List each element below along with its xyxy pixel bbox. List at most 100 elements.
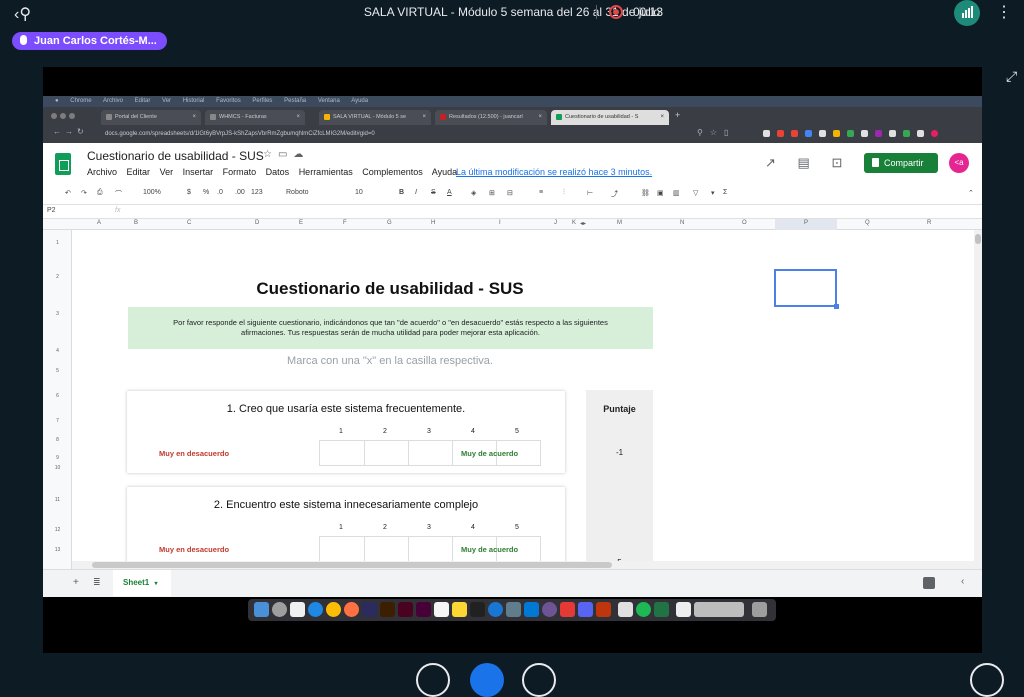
column-header[interactable]: G (387, 220, 392, 226)
vertical-scrollbar[interactable] (974, 230, 982, 569)
insert-link-icon[interactable]: ⛓ (641, 189, 650, 197)
score-value[interactable]: -1 (586, 448, 653, 457)
apple-tv-icon[interactable] (470, 602, 485, 617)
row-header[interactable]: 8 (43, 437, 72, 443)
column-header[interactable]: D (255, 220, 259, 226)
menu-datos[interactable]: Datos (266, 167, 290, 177)
recent-files-icon[interactable] (694, 602, 744, 617)
hidden-columns-icon[interactable]: ◂▸ (580, 220, 586, 227)
row-header[interactable]: 7 (43, 418, 72, 424)
last-modified-link[interactable]: La última modificación se realizó hace 3… (456, 167, 652, 177)
column-header[interactable]: E (299, 220, 303, 226)
insert-chart-icon[interactable]: ▥ (673, 189, 680, 197)
insert-comment-icon[interactable]: ▣ (657, 189, 664, 197)
vscode-icon[interactable] (524, 602, 539, 617)
excel-icon[interactable] (654, 602, 669, 617)
currency-button[interactable]: $ (187, 189, 191, 196)
borders-icon[interactable]: ⊞ (489, 189, 495, 197)
tab-close-icon[interactable]: × (422, 110, 426, 125)
column-header[interactable]: Q (865, 220, 870, 226)
calendar-icon[interactable] (290, 602, 305, 617)
menu-ver[interactable]: Ver (160, 167, 174, 177)
indesign-icon[interactable] (398, 602, 413, 617)
menu-complementos[interactable]: Complementos (362, 167, 423, 177)
window-close-dot[interactable] (51, 113, 57, 119)
font-select[interactable]: Roboto (286, 189, 309, 196)
filezilla-icon[interactable] (596, 602, 611, 617)
extension-icon[interactable] (847, 130, 854, 137)
column-header[interactable]: N (680, 220, 684, 226)
bookmark-star-icon[interactable]: ⚲☆▯ (697, 128, 735, 137)
extension-icon[interactable] (777, 130, 784, 137)
text-wrap-icon[interactable]: ⊢ (587, 189, 593, 197)
browser-tab[interactable]: SALA VIRTUAL - Módulo 5 se × (319, 110, 431, 125)
window-zoom-dot[interactable] (69, 113, 75, 119)
tab-close-icon[interactable]: × (660, 110, 664, 125)
zoom-select[interactable]: 100% (143, 189, 161, 196)
column-header[interactable]: M (617, 220, 622, 226)
chrome-icon[interactable] (326, 602, 341, 617)
horizontal-align-icon[interactable]: ≡ (539, 189, 543, 196)
collapse-side-panel-icon[interactable]: ‹ (961, 576, 964, 587)
extension-icon[interactable] (833, 130, 840, 137)
menu-insertar[interactable]: Insertar (183, 167, 214, 177)
percent-button[interactable]: % (203, 189, 209, 196)
collapse-menus-icon[interactable]: ⌃ (968, 189, 974, 197)
browser-tab[interactable]: Portal del Cliente × (101, 110, 201, 125)
menu-formato[interactable]: Formato (223, 167, 257, 177)
paint-format-icon[interactable]: ⌒ (115, 189, 122, 199)
signal-strength-icon[interactable] (954, 0, 980, 26)
menu-archivo[interactable]: Archivo (87, 167, 117, 177)
menu-editar[interactable]: Editar (127, 167, 151, 177)
profile-icon[interactable] (931, 130, 938, 137)
redo-icon[interactable]: ↷ (81, 189, 87, 197)
launchpad-icon[interactable] (272, 602, 287, 617)
horizontal-scrollbar[interactable] (72, 561, 974, 569)
browser-tab-active[interactable]: Cuestionario de usabilidad - S × (551, 110, 669, 125)
row-header[interactable]: 6 (43, 393, 72, 399)
spotify-icon[interactable] (636, 602, 651, 617)
add-sheet-icon[interactable]: + (73, 577, 79, 588)
xd-icon[interactable] (416, 602, 431, 617)
row-header[interactable]: 3 (43, 311, 72, 317)
undo-icon[interactable]: ↶ (65, 189, 71, 197)
move-folder-icon[interactable]: ▭ (278, 149, 293, 160)
fullscreen-icon[interactable]: ⤢ (1006, 68, 1017, 85)
tab-close-icon[interactable]: × (296, 110, 300, 125)
url-field[interactable]: docs.google.com/spreadsheets/d/1lGt6yBVr… (99, 127, 659, 141)
row-header[interactable]: 1 (43, 240, 72, 246)
row-header[interactable]: 10 (43, 465, 72, 471)
extension-icon[interactable] (917, 130, 924, 137)
filter-icon[interactable]: ▽ (693, 189, 698, 197)
browser-tab[interactable]: WHMCS - Facturas × (205, 110, 305, 125)
selected-cell-p2[interactable] (774, 269, 839, 309)
column-header[interactable]: A (97, 220, 101, 226)
photos-icon[interactable] (618, 602, 633, 617)
photoshop-icon[interactable] (362, 602, 377, 617)
column-header[interactable]: H (431, 220, 435, 226)
extension-icon[interactable] (889, 130, 896, 137)
extension-icon[interactable] (805, 130, 812, 137)
column-header[interactable]: F (343, 220, 347, 226)
strikethrough-button[interactable]: S (431, 189, 436, 196)
row-header[interactable]: 13 (43, 547, 72, 553)
column-header[interactable]: J (554, 220, 557, 226)
italic-button[interactable]: I (415, 189, 417, 196)
document-title[interactable]: Cuestionario de usabilidad - SUS (87, 149, 264, 163)
column-header[interactable]: C (187, 220, 191, 226)
discord-icon[interactable] (578, 602, 593, 617)
sheets-logo-icon[interactable] (55, 153, 71, 175)
column-header[interactable]: P (804, 220, 808, 226)
new-tab-button[interactable]: + (675, 110, 680, 120)
number-format-select[interactable]: 123 (251, 189, 263, 196)
sheet-tab[interactable]: Sheet1 ▾ (113, 570, 171, 596)
row-header[interactable]: 12 (43, 527, 72, 533)
camera-toggle-button[interactable] (522, 663, 556, 697)
bold-button[interactable]: B (399, 189, 404, 196)
row-header[interactable]: 11 (43, 497, 72, 503)
row-header[interactable]: 2 (43, 274, 72, 280)
column-header[interactable]: O (742, 220, 747, 226)
extension-icon[interactable] (903, 130, 910, 137)
row-header[interactable]: 9 (43, 455, 72, 461)
functions-button[interactable]: Σ (723, 189, 727, 196)
